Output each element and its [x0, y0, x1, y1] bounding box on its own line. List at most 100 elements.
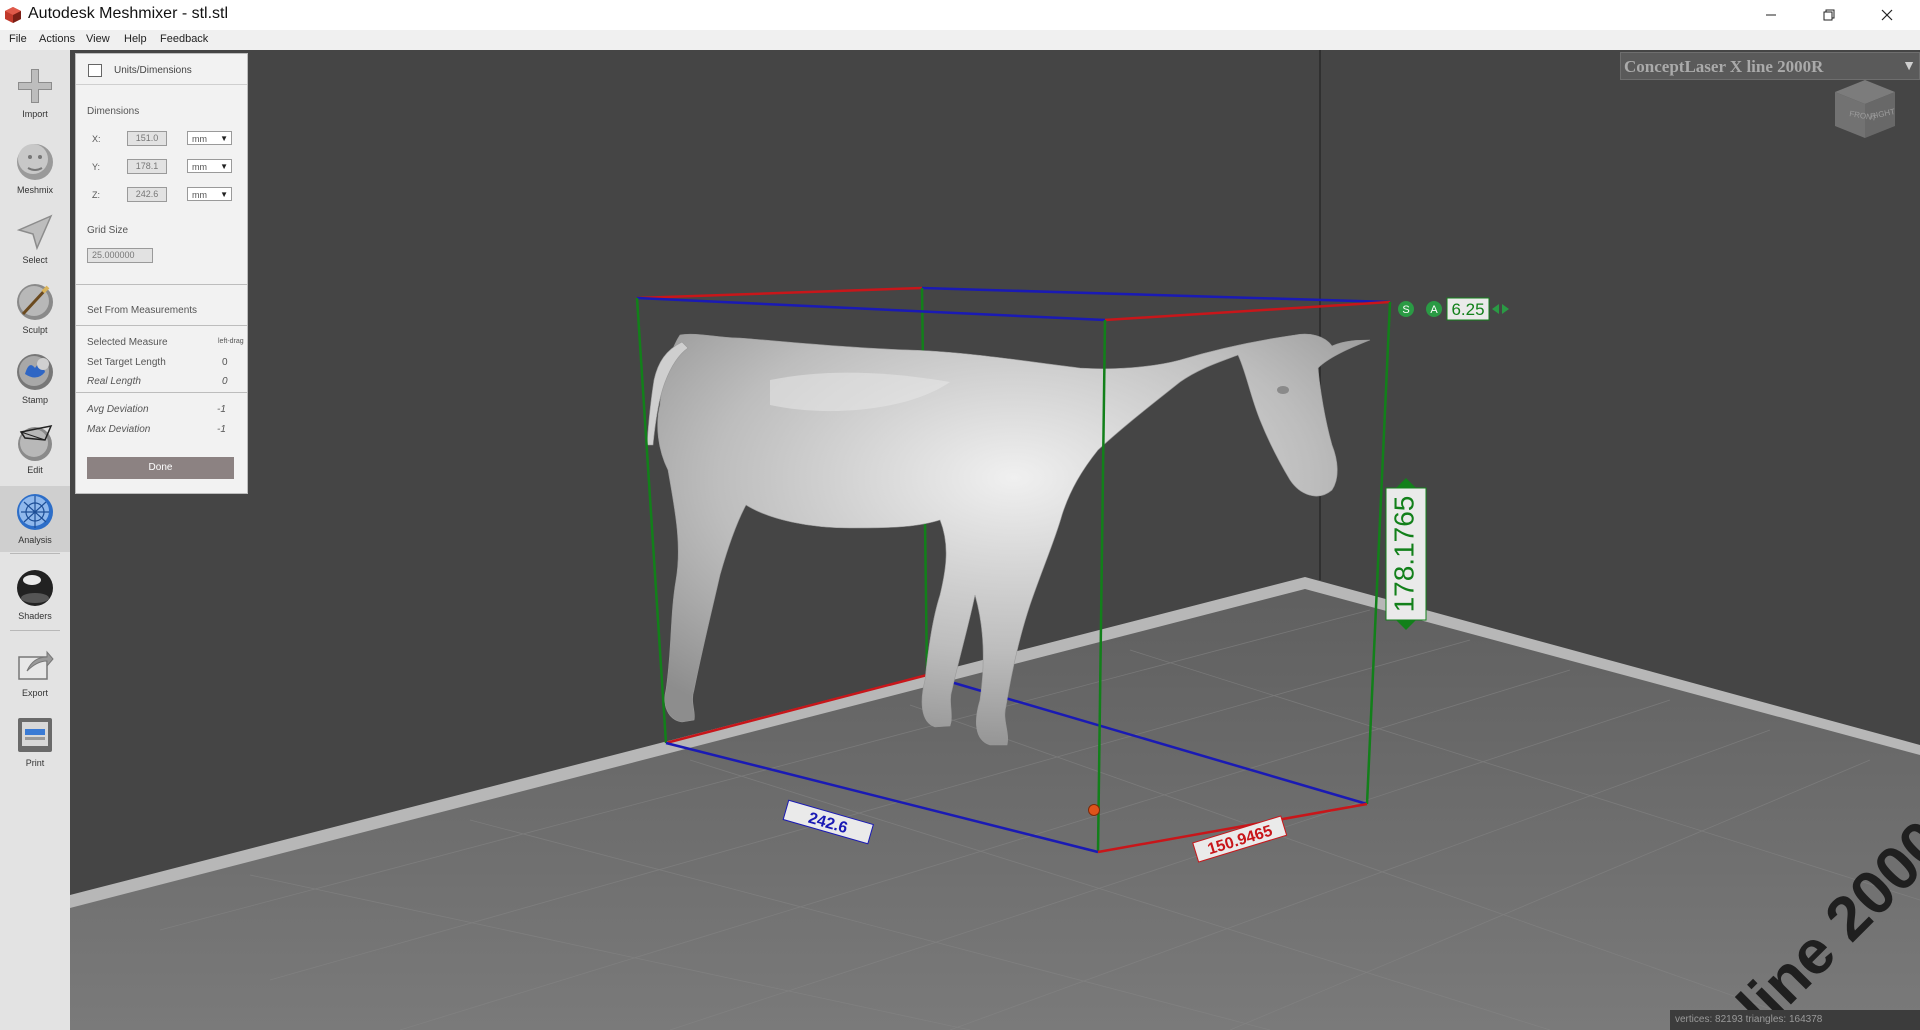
height-dimension-label[interactable]: 178.1765	[1385, 478, 1427, 630]
shaders-icon	[17, 570, 53, 606]
tool-label: Edit	[27, 465, 43, 475]
meshmix-icon	[17, 144, 53, 180]
z-dimension-input[interactable]: 242.6	[127, 187, 167, 202]
panel-title: Units/Dimensions	[114, 65, 192, 76]
tool-label: Print	[25, 758, 45, 768]
z-label: Z:	[92, 190, 100, 200]
panel-header: Units/Dimensions	[76, 54, 247, 85]
window-title: Autodesk Meshmixer - stl.stl	[28, 5, 229, 22]
tool-label: Stamp	[21, 395, 48, 405]
edit-icon	[18, 424, 53, 461]
panel-icon	[88, 64, 102, 77]
avg-deviation-label: Avg Deviation	[87, 404, 149, 415]
scene-canvas: line 2000R 178.1765 S A 6.25 242.6 150.9…	[70, 50, 1920, 1030]
tool-label: Meshmix	[16, 185, 53, 195]
tool-label: Import	[22, 109, 48, 119]
target-length-value[interactable]: 0	[222, 357, 228, 368]
3d-viewport[interactable]: line 2000R 178.1765 S A 6.25 242.6 150.9…	[70, 50, 1920, 1030]
close-icon	[1881, 9, 1893, 21]
panel-divider	[76, 284, 247, 285]
printer-name: ConceptLaser X line 2000R	[1624, 57, 1824, 76]
toolbar-divider	[10, 630, 60, 631]
print-icon	[18, 718, 52, 752]
selected-measure-value: left-drag	[218, 338, 244, 345]
restore-icon	[1823, 9, 1835, 21]
tool-shaders[interactable]: Shaders	[0, 562, 70, 628]
x-label: X:	[92, 134, 101, 144]
printer-select[interactable]: ConceptLaser X line 2000R ▼	[1620, 52, 1920, 80]
tool-label: Analysis	[18, 535, 52, 545]
real-length-label: Real Length	[87, 376, 141, 387]
left-toolbar: Import Meshmix Select Sculpt Stamp Edit …	[0, 50, 71, 1030]
tool-label: Select	[22, 255, 48, 265]
tool-analysis[interactable]: Analysis	[0, 486, 70, 552]
select-icon	[16, 214, 53, 251]
svg-text:6.25: 6.25	[1451, 300, 1484, 319]
dropdown-arrow-icon: ▼	[1902, 57, 1916, 73]
tool-import[interactable]: Import	[0, 60, 70, 126]
export-icon	[18, 650, 54, 680]
units-dimensions-panel: Units/Dimensions Dimensions X: 151.0 mm ▼…	[75, 53, 248, 494]
y-unit-select[interactable]: mm ▼	[187, 159, 232, 173]
tool-print[interactable]: Print	[0, 709, 70, 775]
x-dimension-input[interactable]: 151.0	[127, 131, 167, 146]
grid-size-label: Grid Size	[87, 225, 129, 236]
unit-value: mm	[192, 190, 207, 200]
y-dimension-input[interactable]: 178.1	[127, 159, 167, 174]
menu-help[interactable]: Help	[124, 33, 147, 45]
panel-divider	[76, 392, 247, 393]
set-from-measurements-label: Set From Measurements	[87, 305, 198, 316]
close-button[interactable]	[1858, 0, 1916, 30]
avg-deviation-value: -1	[217, 404, 226, 415]
sculpt-icon	[17, 284, 53, 320]
tool-select[interactable]: Select	[0, 206, 70, 272]
max-deviation-value: -1	[217, 424, 226, 435]
target-length-label: Set Target Length	[87, 357, 166, 368]
svg-text:178.1765: 178.1765	[1388, 496, 1419, 613]
tool-stamp[interactable]: Stamp	[0, 346, 70, 412]
menu-file[interactable]: File	[9, 33, 27, 45]
grid-size-input[interactable]: 25.000000	[87, 248, 153, 263]
mesh-stats: vertices: 82193 triangles: 164378	[1670, 1010, 1920, 1030]
menu-view[interactable]: View	[86, 33, 110, 45]
pivot-handle[interactable]	[1088, 804, 1100, 816]
meshmixer-logo-icon	[5, 7, 21, 23]
y-label: Y:	[92, 162, 101, 172]
import-icon	[18, 69, 52, 103]
scale-controls[interactable]: S A 6.25	[1398, 297, 1509, 321]
tool-label: Export	[21, 688, 48, 698]
restore-button[interactable]	[1800, 0, 1858, 30]
max-deviation-label: Max Deviation	[87, 424, 151, 435]
selected-measure-label: Selected Measure	[87, 337, 168, 348]
unit-value: mm	[192, 162, 207, 172]
stamp-icon	[17, 354, 53, 390]
real-length-value: 0	[222, 376, 228, 387]
z-unit-select[interactable]: mm ▼	[187, 187, 232, 201]
svg-text:A: A	[1430, 304, 1438, 316]
dimensions-label: Dimensions	[87, 106, 140, 117]
svg-text:S: S	[1402, 304, 1409, 316]
meshmixer-window: Autodesk Meshmixer - stl.stl File Action…	[0, 0, 1920, 1030]
done-button[interactable]: Done	[87, 457, 234, 479]
dropdown-arrow-icon: ▼	[220, 190, 228, 199]
tool-sculpt[interactable]: Sculpt	[0, 276, 70, 342]
title-bar: Autodesk Meshmixer - stl.stl	[0, 0, 1920, 30]
unit-value: mm	[192, 134, 207, 144]
menu-actions[interactable]: Actions	[39, 33, 75, 45]
tool-label: Shaders	[18, 611, 52, 621]
tool-label: Sculpt	[22, 325, 48, 335]
tool-export[interactable]: Export	[0, 639, 70, 705]
toolbar-divider	[10, 553, 60, 554]
menu-feedback[interactable]: Feedback	[160, 33, 208, 45]
menu-bar: File Actions View Help Feedback	[0, 30, 1920, 51]
tool-edit[interactable]: Edit	[0, 416, 70, 482]
tool-meshmix[interactable]: Meshmix	[0, 136, 70, 202]
analysis-icon	[17, 494, 53, 530]
panel-divider	[76, 325, 247, 326]
dropdown-arrow-icon: ▼	[220, 162, 228, 171]
x-unit-select[interactable]: mm ▼	[187, 131, 232, 145]
dropdown-arrow-icon: ▼	[220, 134, 228, 143]
minimize-button[interactable]	[1742, 0, 1800, 30]
view-cube[interactable]: FRONT RIGHT	[1830, 80, 1900, 140]
minimize-icon	[1766, 14, 1776, 16]
